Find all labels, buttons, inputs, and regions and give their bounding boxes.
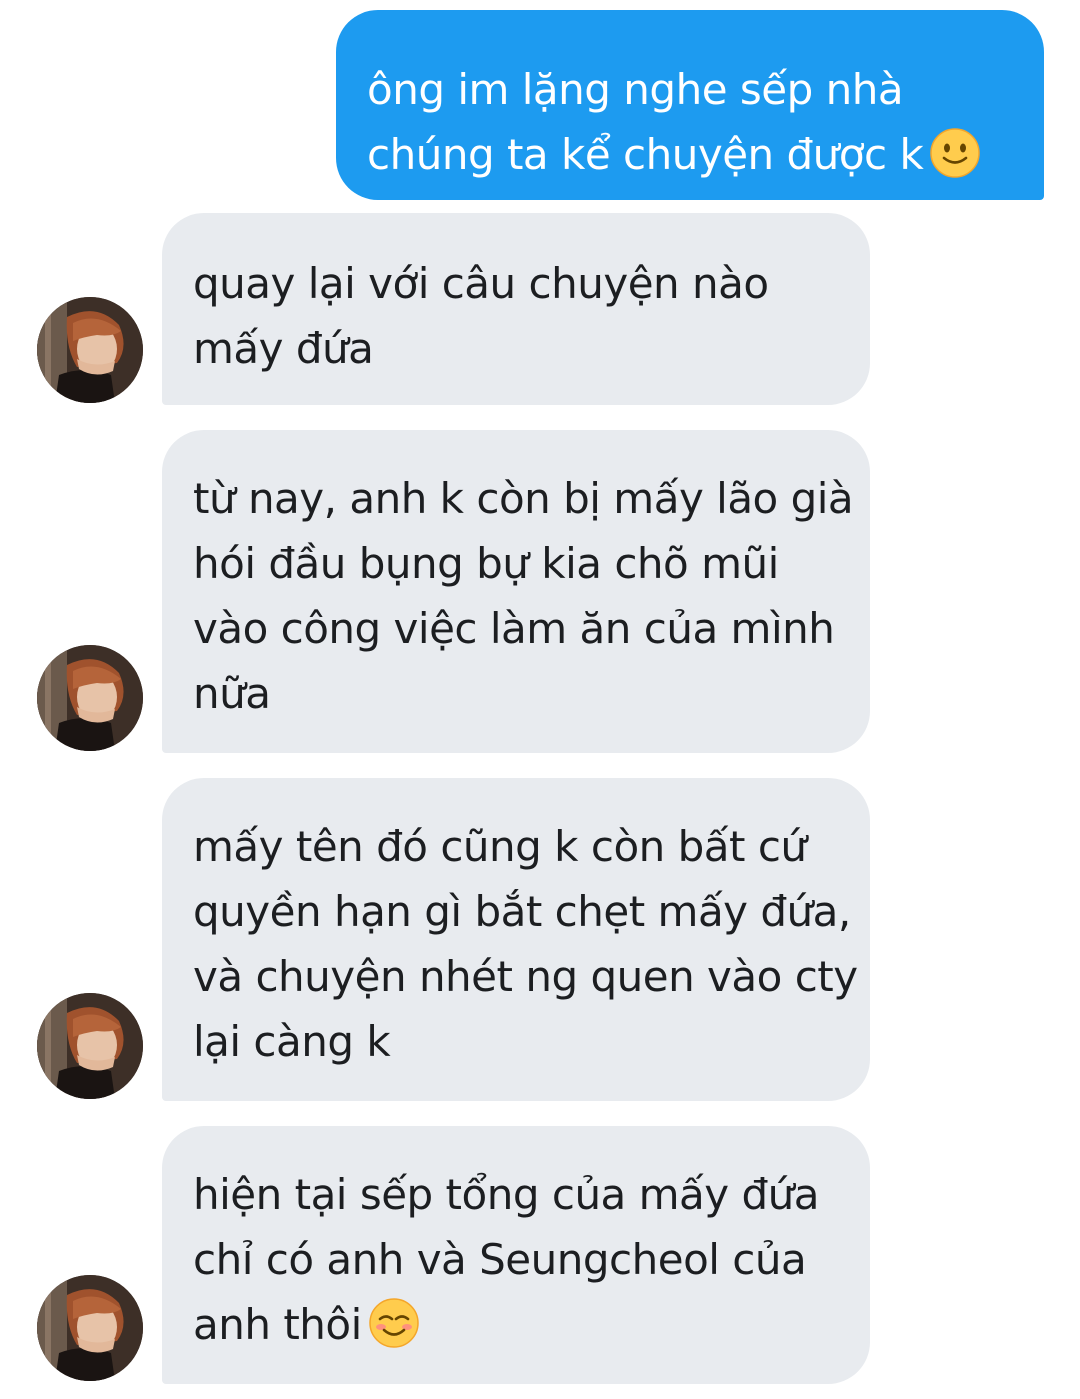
smiling-face-emoji-icon	[369, 1298, 419, 1348]
message-text-line: nữa	[193, 669, 271, 718]
avatar-photo-icon	[37, 1275, 143, 1381]
message-text-line: mấy tên đó cũng k còn bất cứ	[193, 822, 807, 871]
avatar-photo-icon	[37, 645, 143, 751]
message-text-line: vào công việc làm ăn của mình	[193, 604, 835, 653]
sender-avatar[interactable]	[37, 1275, 143, 1381]
message-text-line: và chuyện nhét ng quen vào cty	[193, 952, 858, 1001]
sender-avatar[interactable]	[37, 645, 143, 751]
message-text: chúng ta kể chuyện được k	[367, 130, 924, 179]
avatar-photo-icon	[37, 297, 143, 403]
received-message-bubble[interactable]: từ nay, anh k còn bị mấy lão già hói đầu…	[162, 430, 870, 753]
received-message-bubble[interactable]: hiện tại sếp tổng của mấy đứa chỉ có anh…	[162, 1126, 870, 1384]
message-text-line: quay lại với câu chuyện nào	[193, 259, 769, 308]
message-text-line: anh thôi	[193, 1292, 850, 1357]
message-text-line: ông im lặng nghe sếp nhà	[367, 65, 904, 114]
message-text-line: hói đầu bụng bự kia chõ mũi	[193, 539, 779, 588]
received-message-bubble[interactable]: mấy tên đó cũng k còn bất cứ quyền hạn g…	[162, 778, 870, 1101]
sender-avatar[interactable]	[37, 297, 143, 403]
message-text-line: từ nay, anh k còn bị mấy lão già	[193, 474, 854, 523]
sent-message-bubble[interactable]: ông im lặng nghe sếp nhà chúng ta kể chu…	[336, 10, 1044, 200]
received-message-bubble[interactable]: quay lại với câu chuyện nào mấy đứa	[162, 213, 870, 405]
sender-avatar[interactable]	[37, 993, 143, 1099]
message-text-line: chỉ có anh và Seungcheol của	[193, 1235, 807, 1284]
message-text-line: hiện tại sếp tổng của mấy đứa	[193, 1170, 820, 1219]
message-text-line: chúng ta kể chuyện được k	[367, 122, 1024, 187]
message-text: anh thôi	[193, 1300, 362, 1349]
slightly-smiling-face-emoji-icon	[930, 128, 981, 178]
avatar-photo-icon	[37, 993, 143, 1099]
message-text-line: lại càng k	[193, 1017, 391, 1066]
message-text-line: mấy đứa	[193, 324, 374, 373]
message-text-line: quyền hạn gì bắt chẹt mấy đứa,	[193, 887, 851, 936]
